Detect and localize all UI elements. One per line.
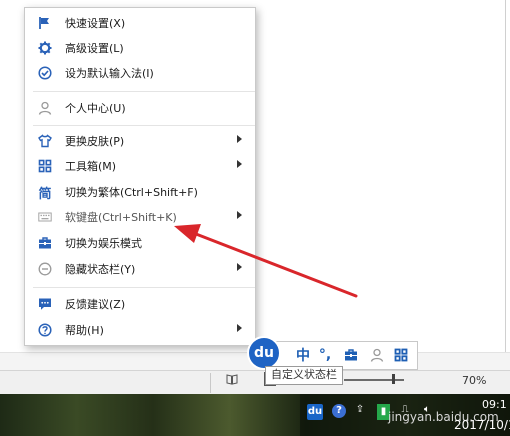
menu-item-label: 反馈建议(Z) — [65, 298, 126, 311]
user-button[interactable] — [367, 345, 387, 365]
menu-item-label: 设为默认输入法(I) — [65, 67, 154, 80]
zoom-slider[interactable] — [344, 379, 404, 381]
zoom-level[interactable]: 70% — [462, 374, 486, 387]
menu-item-label: 隐藏状态栏(Y) — [65, 263, 136, 276]
check-circle-icon — [38, 66, 52, 80]
baidu-ime-tray-icon[interactable]: du — [307, 404, 323, 420]
ime-context-menu: 快速设置(X) 高级设置(L) 设为默认输入法(I) 个人中心(U) 更换皮肤(… — [24, 7, 256, 346]
app-status-bar — [0, 370, 510, 395]
menu-item-label: 切换为娱乐模式 — [65, 237, 142, 250]
submenu-arrow-icon — [237, 160, 242, 168]
menu-divider — [33, 91, 255, 92]
menu-item-soft-keyboard[interactable]: 软键盘(Ctrl+Shift+K) — [25, 205, 255, 229]
book-icon[interactable] — [226, 374, 238, 385]
shirt-icon — [38, 134, 52, 148]
customize-statusbar-tooltip: 自定义状态栏 — [265, 366, 343, 385]
baidu-ime-logo[interactable]: du — [247, 336, 281, 370]
menu-divider — [33, 125, 255, 126]
grid-icon — [38, 159, 52, 173]
tray-expand-icon[interactable]: ⇪ — [355, 404, 365, 420]
menu-item-label: 工具箱(M) — [65, 160, 117, 173]
menu-item-personal-center[interactable]: 个人中心(U) — [25, 96, 255, 120]
menu-item-label: 软键盘(Ctrl+Shift+K) — [65, 211, 177, 224]
menu-item-feedback[interactable]: 反馈建议(Z) — [25, 292, 255, 316]
menu-item-label: 高级设置(L) — [65, 42, 124, 55]
menu-item-label: 帮助(H) — [65, 324, 104, 337]
traditional-char-icon: 简 — [38, 186, 52, 202]
menu-item-traditional[interactable]: 简 切换为繁体(Ctrl+Shift+F) — [25, 180, 255, 204]
flag-icon — [38, 16, 52, 30]
user-icon — [370, 348, 384, 362]
gear-icon — [38, 41, 52, 55]
submenu-arrow-icon — [237, 263, 242, 271]
clock-time[interactable]: 09:1 — [482, 398, 507, 411]
grid-icon — [394, 348, 408, 362]
zoom-slider-knob[interactable] — [392, 374, 395, 384]
grid-button[interactable] — [391, 345, 411, 365]
clock-date[interactable]: 2017/10/1 — [454, 418, 510, 432]
menu-item-entertainment-mode[interactable]: 切换为娱乐模式 — [25, 231, 255, 255]
menu-item-help[interactable]: 帮助(H) — [25, 318, 255, 342]
status-separator — [210, 373, 211, 393]
menu-item-advanced-settings[interactable]: 高级设置(L) — [25, 36, 255, 60]
punctuation-button[interactable]: °, — [315, 345, 335, 365]
chinese-mode-button[interactable]: 中 — [293, 345, 313, 365]
chat-icon — [38, 297, 52, 311]
menu-item-label: 个人中心(U) — [65, 102, 126, 115]
help-icon — [38, 323, 52, 337]
menu-item-toolbox[interactable]: 工具箱(M) — [25, 154, 255, 178]
user-icon — [38, 101, 52, 115]
menu-item-hide-statusbar[interactable]: 隐藏状态栏(Y) — [25, 257, 255, 281]
toolbox-button[interactable] — [341, 345, 361, 365]
submenu-arrow-icon — [237, 211, 242, 219]
keyboard-icon — [38, 210, 52, 224]
submenu-arrow-icon — [237, 135, 242, 143]
menu-divider — [33, 287, 255, 288]
submenu-arrow-icon — [237, 324, 242, 332]
document-border — [505, 0, 506, 352]
menu-item-label: 快速设置(X) — [65, 17, 126, 30]
help-tray-icon[interactable]: ? — [332, 404, 346, 418]
minus-circle-icon — [38, 262, 52, 276]
toolbox-icon — [38, 236, 52, 250]
toolbox-icon — [345, 349, 357, 361]
menu-item-quick-settings[interactable]: 快速设置(X) — [25, 11, 255, 35]
menu-item-label: 切换为繁体(Ctrl+Shift+F) — [65, 186, 198, 199]
menu-item-label: 更换皮肤(P) — [65, 135, 125, 148]
menu-item-set-default[interactable]: 设为默认输入法(I) — [25, 61, 255, 85]
menu-item-change-skin[interactable]: 更换皮肤(P) — [25, 129, 255, 153]
